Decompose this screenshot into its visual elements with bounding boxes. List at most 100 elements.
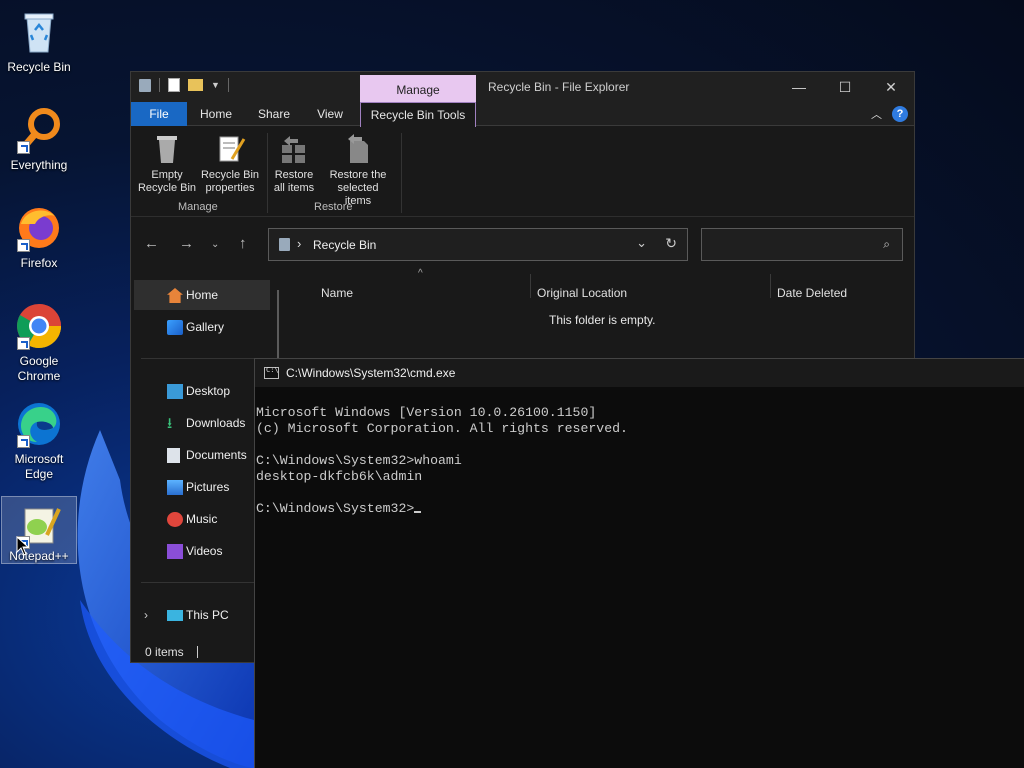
restore-selected-items-button[interactable]: Restore the selected items [323,133,393,208]
qat-dropdown-icon[interactable]: ▼ [211,80,220,90]
console-prompt: C:\Windows\System32> [256,501,415,516]
console-prompt-line[interactable]: C:\Windows\System32> [256,501,1024,517]
console-output[interactable]: Microsoft Windows [Version 10.0.26100.11… [255,387,1024,549]
cmd-window[interactable]: C:\Windows\System32\cmd.exe Microsoft Wi… [254,358,1024,768]
sidebar-item-music[interactable]: Music [134,504,270,534]
sidebar-separator [141,358,269,359]
restore-all-icon [278,133,310,165]
column-separator[interactable] [530,274,531,298]
back-arrow-icon[interactable]: ← [144,235,159,252]
context-tab-manage[interactable]: Manage [360,75,476,103]
address-dropdown-icon[interactable]: ⌄ [636,235,647,251]
tab-view[interactable]: View [305,102,355,126]
desktop-icon-everything[interactable]: Everything [1,106,77,173]
sidebar-item-label: Pictures [186,480,230,494]
minimize-button[interactable]: — [776,72,822,102]
recycle-bin-small-icon[interactable] [139,78,151,92]
column-header-original-location[interactable]: Original Location [537,286,627,300]
maximize-button[interactable]: ☐ [822,72,868,102]
restore-all-label-2: all items [273,182,315,194]
sidebar-item-this-pc[interactable]: › This PC [134,600,270,630]
cmd-titlebar[interactable]: C:\Windows\System32\cmd.exe [255,359,1024,387]
status-bar: 0 items [131,640,261,664]
breadcrumb-chevron-icon[interactable]: › [297,236,301,251]
sidebar-item-documents[interactable]: Documents [134,440,270,470]
refresh-icon[interactable]: ↻ [665,235,677,252]
cmd-icon [264,366,279,379]
toolbar-separator [227,78,229,92]
tab-share[interactable]: Share [245,102,303,126]
new-folder-qat-icon[interactable] [188,79,203,91]
desktop-icon-label: Notepad++ [9,549,69,563]
shortcut-arrow-icon [17,435,30,448]
restore-all-items-button[interactable]: Restore all items [269,133,319,195]
search-input[interactable]: ⌕ [701,228,903,261]
sidebar-item-label: Downloads [186,416,246,430]
navigation-bar: ← → ⌄ ↑ › Recycle Bin ⌄ ↻ ⌕ [131,218,914,270]
up-arrow-icon[interactable]: ↑ [239,235,247,252]
console-line: Microsoft Windows [Version 10.0.26100.11… [256,405,597,420]
properties-qat-icon[interactable] [168,78,180,92]
recycle-bin-properties-button[interactable]: Recycle Bin properties [199,133,261,195]
shortcut-arrow-icon [17,337,30,350]
sidebar-item-home[interactable]: Home [134,280,270,310]
ribbon-panel: Empty Recycle Bin Recycle Bin properties… [131,127,914,217]
ribbon-tabs: File Home Share View Recycle Bin Tools [131,102,914,127]
sidebar-item-gallery[interactable]: Gallery [134,312,270,342]
desktop-icon-notepad-plus-plus[interactable]: Notepad++ [1,496,77,564]
gallery-icon [167,320,183,335]
sidebar-item-label: Documents [186,448,247,462]
edge-icon [15,400,63,448]
this-pc-icon [167,610,183,621]
desktop-icon-label: Firefox [20,256,58,270]
empty-bin-label-2: Recycle Bin [137,182,197,194]
sidebar-item-desktop[interactable]: Desktop [134,376,270,406]
sidebar-item-label: This PC [186,608,229,622]
column-header-date-deleted[interactable]: Date Deleted [777,286,847,300]
restore-all-label-1: Restore [274,169,314,181]
quick-access-toolbar: ▼ [139,78,229,92]
status-separator [197,646,199,658]
tab-home[interactable]: Home [189,102,243,126]
explorer-titlebar[interactable]: ▼ Manage Recycle Bin - File Explorer — ☐… [131,72,914,103]
empty-recycle-bin-button[interactable]: Empty Recycle Bin [137,133,197,195]
desktop-icon-label: Microsoft Edge [14,452,64,481]
column-header-name[interactable]: Name [321,286,353,300]
tab-recycle-bin-tools[interactable]: Recycle Bin Tools [360,102,476,127]
sidebar-item-pictures[interactable]: Pictures [134,472,270,502]
sidebar-item-label: Desktop [186,384,231,398]
desktop-icon-recycle-bin[interactable]: Recycle Bin [1,8,77,75]
tab-file[interactable]: File [131,102,187,126]
empty-folder-message: This folder is empty. [549,313,656,327]
search-icon: ⌕ [883,237,890,251]
desktop-icon-microsoft-edge[interactable]: Microsoft Edge [1,400,77,482]
shortcut-arrow-icon [17,141,30,154]
group-separator [267,133,268,213]
help-icon[interactable]: ? [892,106,908,122]
desktop-icon-google-chrome[interactable]: Google Chrome [1,302,77,384]
collapse-ribbon-icon[interactable]: ︿ [871,106,882,122]
home-icon [167,288,183,303]
desktop-icon-label: Everything [10,158,68,172]
desktop-icon-firefox[interactable]: Firefox [1,204,77,271]
properties-icon [214,133,246,165]
window-title: Recycle Bin - File Explorer [488,80,630,94]
address-bar[interactable]: › Recycle Bin ⌄ ↻ [268,228,688,261]
text-cursor [414,511,422,513]
sidebar-item-downloads[interactable]: ⭳ Downloads [134,408,270,438]
sort-ascending-icon: ^ [418,268,423,279]
console-line: ​ [256,437,1024,453]
expand-chevron-icon[interactable]: › [144,600,148,630]
forward-arrow-icon[interactable]: → [179,235,194,252]
restore-selected-label-1: Restore the [329,169,387,181]
recent-locations-chevron-icon[interactable]: ⌄ [211,239,219,250]
sidebar-item-videos[interactable]: Videos [134,536,270,566]
column-separator[interactable] [770,274,771,298]
sidebar-item-label: Videos [186,544,223,558]
properties-label-2: properties [205,182,255,194]
desktop-icon-label: Google Chrome [17,354,61,383]
documents-icon [167,448,180,463]
close-button[interactable]: ✕ [868,72,914,102]
group-label-restore: Restore [314,201,353,213]
chrome-icon [15,302,63,350]
